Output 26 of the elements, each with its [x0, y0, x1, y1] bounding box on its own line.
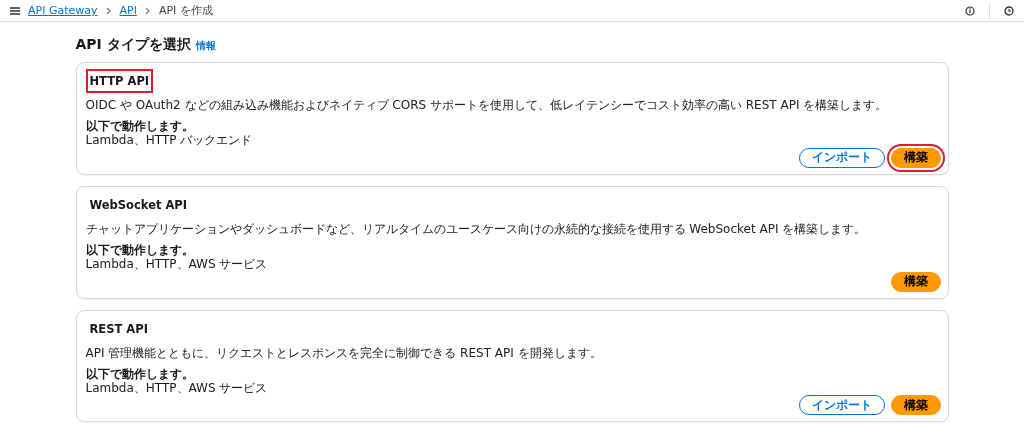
import-button[interactable]: インポート	[798, 147, 885, 168]
card-description: OIDC や OAuth2 などの組み込み機能およびネイティブ CORS サポートを使用して、低レイテンシーでコスト効率の高い REST API を構築します。	[85, 97, 889, 114]
info-icon[interactable]	[965, 5, 975, 16]
card-title: WebSocket API	[88, 196, 189, 214]
card-title: HTTP API	[85, 69, 154, 93]
works-with-value: Lambda、HTTP バックエンド	[85, 133, 254, 148]
breadcrumb-link[interactable]: API Gateway	[28, 4, 98, 17]
works-with-value: Lambda、HTTP、AWS サービス	[85, 380, 269, 396]
build-button[interactable]: 構築	[890, 395, 941, 416]
works-with-label: 以下で動作します。	[85, 119, 195, 134]
chevron-icon	[144, 6, 151, 15]
breadcrumb-link[interactable]: API	[119, 4, 137, 17]
works-with-value: Lambda、HTTP、AWS サービス	[85, 257, 269, 272]
page-title: API タイプを選択	[75, 36, 191, 54]
works-with-label: 以下で動作します。	[85, 242, 195, 258]
info-link[interactable]: 情報	[195, 39, 216, 53]
menu-icon[interactable]	[10, 6, 20, 15]
chevron-icon	[105, 6, 112, 15]
card-description: チャットアプリケーションやダッシュボードなど、リアルタイムのユースケース向けの永続的な接続を使用する WebSocket API を構築します。	[85, 220, 868, 238]
import-button[interactable]: インポート	[798, 395, 885, 416]
card-title: REST API	[88, 320, 149, 338]
clock-icon[interactable]	[1004, 5, 1014, 16]
breadcrumb-current: API を作成	[158, 3, 213, 18]
card-description: API 管理機能とともに、リクエストとレスポンスを完全に制御できる REST API を開発します。	[85, 344, 603, 362]
works-with-label: 以下で動作します。	[85, 366, 195, 381]
build-button[interactable]: 構築	[890, 271, 941, 292]
